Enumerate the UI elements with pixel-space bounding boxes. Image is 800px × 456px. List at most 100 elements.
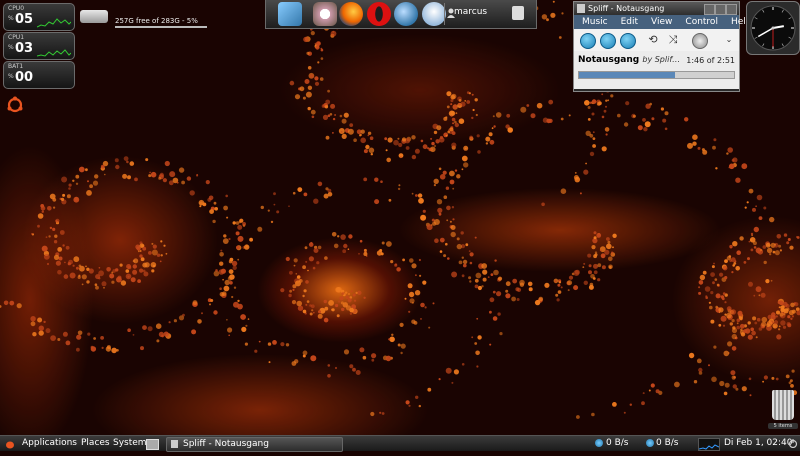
pause-button[interactable] [580, 33, 596, 49]
wallpaper-dot [414, 148, 420, 154]
menu-music[interactable]: Music [577, 15, 613, 29]
wallpaper-dot [778, 300, 783, 305]
cpu1-gauge: CPU1 % 03 [3, 32, 75, 60]
clock-datetime[interactable]: Di Feb 1, 02:40 [724, 436, 792, 451]
wallpaper-dot [294, 278, 300, 284]
wallpaper-dot [288, 205, 290, 207]
wallpaper-dot [538, 297, 543, 303]
wallpaper-dot [608, 256, 613, 262]
wallpaper-dot [489, 310, 492, 314]
wallpaper-dot [327, 89, 330, 93]
system-menu[interactable]: System [113, 436, 147, 451]
wallpaper-dot [340, 234, 346, 240]
wallpaper-dot [140, 346, 144, 351]
username-label[interactable]: marcus [454, 7, 487, 17]
wallpaper-dot [314, 245, 318, 249]
volume-icon[interactable] [692, 33, 708, 49]
wallpaper-dot [73, 196, 80, 203]
wallpaper-dot [231, 260, 238, 267]
wallpaper-dot [585, 130, 591, 136]
wallpaper-dot [330, 33, 335, 38]
wallpaper-dot [73, 256, 80, 263]
wallpaper-dot [756, 317, 761, 322]
wallpaper-dot [741, 386, 747, 392]
menu-edit[interactable]: Edit [616, 15, 643, 29]
email-client-icon[interactable] [422, 2, 446, 26]
wallpaper-dot [747, 321, 751, 325]
wallpaper-dot [345, 291, 348, 294]
wallpaper-dot [123, 156, 129, 162]
wallpaper-dot [273, 192, 276, 196]
wallpaper-dot [186, 176, 192, 181]
chevron-down-icon[interactable]: ⌄ [722, 33, 736, 47]
wallpaper-dot [490, 273, 494, 276]
repeat-icon[interactable]: ⟲ [646, 33, 660, 47]
wallpaper-dot [641, 401, 645, 406]
wallpaper-dot [544, 282, 550, 288]
network-down-speed: 0 B/s [606, 438, 629, 448]
wallpaper-dot [418, 258, 421, 262]
screen-icon[interactable] [278, 2, 302, 26]
wallpaper-dot [359, 133, 363, 137]
maximize-button[interactable] [715, 4, 726, 15]
wallpaper-dot [475, 113, 478, 117]
next-button[interactable] [620, 33, 636, 49]
wallpaper-dot [347, 298, 352, 303]
places-menu[interactable]: Places [81, 436, 110, 451]
track-title: Notausgang [578, 55, 640, 65]
wallpaper-dot [132, 264, 137, 269]
firefox-icon[interactable] [339, 2, 363, 26]
seek-bar[interactable] [578, 71, 735, 79]
wallpaper-dot [772, 323, 778, 329]
lock-icon[interactable] [512, 6, 524, 20]
trash-widget[interactable]: 5 items [768, 388, 798, 432]
system-monitor-graph[interactable] [698, 438, 720, 451]
wallpaper-dot [591, 412, 595, 417]
wallpaper-dot [519, 282, 525, 287]
wallpaper-dot [534, 299, 541, 306]
wallpaper-dot [412, 302, 414, 304]
wallpaper-dot [770, 279, 773, 282]
wallpaper-dot [320, 47, 323, 50]
wallpaper-dot [347, 128, 354, 135]
minimize-button[interactable] [704, 4, 715, 15]
wallpaper-dot [730, 257, 736, 263]
wallpaper-dot [589, 101, 592, 105]
wallpaper-dot [760, 248, 763, 252]
previous-button[interactable] [600, 33, 616, 49]
wallpaper-dot [439, 237, 445, 243]
show-desktop-icon[interactable] [146, 439, 159, 450]
wallpaper-dot [747, 257, 750, 261]
wallpaper-dot [422, 280, 427, 285]
trash-icon[interactable] [772, 390, 794, 420]
menu-control[interactable]: Control [680, 15, 723, 29]
wallpaper-dot [625, 101, 630, 106]
wallpaper-dot [328, 300, 334, 306]
wallpaper-dot [162, 178, 167, 183]
wallpaper-dot [451, 206, 455, 209]
wallpaper-dot [778, 328, 781, 331]
foot-menu-icon[interactable] [4, 439, 16, 449]
menu-view[interactable]: View [646, 15, 677, 29]
wallpaper-dot [158, 176, 162, 180]
shutdown-icon[interactable] [788, 439, 798, 448]
wallpaper-dot [458, 102, 461, 106]
shuffle-icon[interactable]: ⤨ [666, 33, 680, 47]
wallpaper-dot [468, 92, 471, 95]
wallpaper-dot [292, 191, 296, 195]
wallpaper-dot [505, 289, 509, 293]
applications-menu[interactable]: Applications [22, 436, 77, 451]
wallpaper-dot [59, 230, 65, 235]
screenlets-icon[interactable] [313, 2, 337, 26]
wallpaper-dot [370, 411, 375, 417]
wallpaper-dot [302, 96, 306, 100]
wallpaper-dot [775, 377, 779, 381]
wallpaper-dot [93, 337, 96, 340]
opera-icon[interactable] [367, 2, 391, 26]
close-button[interactable] [726, 4, 737, 15]
player-titlebar[interactable]: Spliff - Notausgang [574, 2, 739, 15]
ubuntu-logo-icon[interactable] [6, 96, 24, 114]
thunderbird-icon[interactable] [394, 2, 418, 26]
wallpaper-dot [434, 238, 439, 243]
wallpaper-dot [341, 118, 347, 124]
